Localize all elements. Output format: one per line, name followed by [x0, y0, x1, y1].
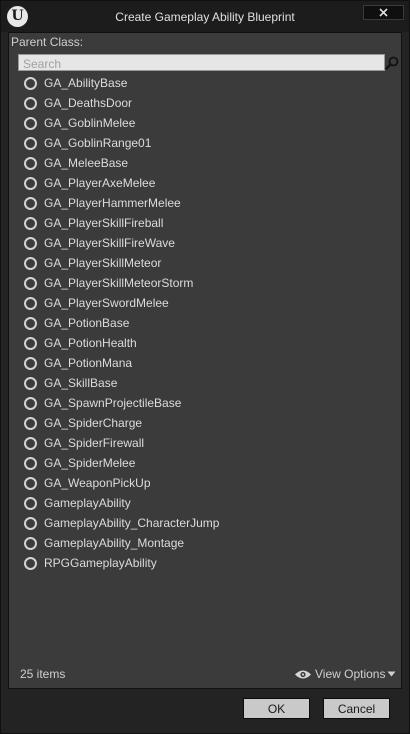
list-item[interactable]: GA_PlayerSwordMelee	[22, 293, 392, 313]
radio-unselected-icon[interactable]	[24, 356, 37, 370]
list-item-label: GA_PlayerSkillMeteor	[44, 256, 162, 270]
list-item-label: GA_PlayerSkillMeteorStorm	[44, 276, 194, 290]
radio-unselected-icon[interactable]	[24, 76, 37, 90]
list-item[interactable]: GA_PotionBase	[22, 313, 392, 333]
list-item[interactable]: GA_PotionMana	[22, 353, 392, 373]
list-item-label: GA_PlayerAxeMelee	[44, 176, 156, 190]
radio-unselected-icon[interactable]	[24, 516, 37, 530]
radio-unselected-icon[interactable]	[24, 196, 37, 210]
list-item-label: GA_SkillBase	[44, 376, 118, 390]
list-item[interactable]: GA_DeathsDoor	[22, 93, 392, 113]
class-list: GA_AbilityBase GA_DeathsDoor GA_GoblinMele…	[22, 73, 392, 573]
list-item-label: GA_SpiderMelee	[44, 456, 136, 470]
radio-unselected-icon[interactable]	[24, 216, 37, 230]
list-item[interactable]: GA_PlayerSkillMeteorStorm	[22, 273, 392, 293]
list-item-label: GA_SpawnProjectileBase	[44, 396, 182, 410]
close-icon	[379, 8, 388, 17]
list-item[interactable]: RPGGameplayAbility	[22, 553, 392, 573]
list-item-label: GA_AbilityBase	[44, 76, 128, 90]
list-item[interactable]: GA_AbilityBase	[22, 73, 392, 93]
list-item[interactable]: GA_PlayerHammerMelee	[22, 193, 392, 213]
radio-unselected-icon[interactable]	[24, 96, 37, 110]
list-item[interactable]: GA_PlayerSkillMeteor	[22, 253, 392, 273]
radio-unselected-icon[interactable]	[24, 456, 37, 470]
list-item-label: GameplayAbility_Montage	[44, 536, 185, 550]
search-input[interactable]	[19, 56, 384, 72]
item-count: 25 items	[20, 667, 66, 681]
radio-unselected-icon[interactable]	[24, 116, 37, 130]
list-item-label: GA_PlayerSkillFireWave	[44, 236, 175, 250]
list-item-label: GameplayAbility	[44, 496, 131, 510]
radio-unselected-icon[interactable]	[24, 156, 37, 170]
list-item[interactable]: GA_PlayerAxeMelee	[22, 173, 392, 193]
radio-unselected-icon[interactable]	[24, 276, 37, 290]
window-title: Create Gameplay Ability Blueprint	[115, 10, 295, 24]
radio-unselected-icon[interactable]	[24, 256, 37, 270]
list-item[interactable]: GA_GoblinMelee	[22, 113, 392, 133]
list-item[interactable]: GA_SkillBase	[22, 373, 392, 393]
close-button[interactable]	[363, 5, 404, 20]
parent-class-label: Parent Class:	[11, 35, 84, 49]
radio-unselected-icon[interactable]	[24, 136, 37, 150]
search-box	[18, 54, 385, 72]
caret-down-icon	[387, 671, 396, 677]
list-item-label: GA_WeaponPickUp	[44, 476, 151, 490]
list-item[interactable]: GA_SpiderCharge	[22, 413, 392, 433]
list-item-label: GA_DeathsDoor	[44, 96, 133, 110]
dialog-window: U Create Gameplay Ability Blueprint Pare…	[0, 0, 410, 734]
eye-icon	[295, 670, 311, 678]
search-icon[interactable]	[384, 54, 400, 71]
list-item-label: GA_PlayerSwordMelee	[44, 296, 169, 310]
list-item[interactable]: GA_PotionHealth	[22, 333, 392, 353]
list-item[interactable]: GameplayAbility_Montage	[22, 533, 392, 553]
radio-unselected-icon[interactable]	[24, 296, 37, 310]
radio-unselected-icon[interactable]	[24, 236, 37, 250]
list-item[interactable]: GameplayAbility_CharacterJump	[22, 513, 392, 533]
list-item[interactable]: GameplayAbility	[22, 493, 392, 513]
list-item-label: GA_PotionHealth	[44, 336, 137, 350]
list-item[interactable]: GA_WeaponPickUp	[22, 473, 392, 493]
list-item-label: GA_GoblinRange01	[44, 136, 152, 150]
cancel-button[interactable]: Cancel	[323, 698, 390, 719]
list-item-label: GA_PlayerSkillFireball	[44, 216, 164, 230]
list-item-label: GA_GoblinMelee	[44, 116, 136, 130]
view-options-label: View Options	[315, 667, 386, 681]
list-item[interactable]: GA_MeleeBase	[22, 153, 392, 173]
list-item-label: GA_SpiderFirewall	[44, 436, 145, 450]
radio-unselected-icon[interactable]	[24, 436, 37, 450]
list-item-label: GA_PotionMana	[44, 356, 133, 370]
radio-unselected-icon[interactable]	[24, 336, 37, 350]
list-item[interactable]: GA_PlayerSkillFireball	[22, 213, 392, 233]
title-bar[interactable]: U Create Gameplay Ability Blueprint	[1, 1, 409, 32]
parent-class-panel: Parent Class: GA_AbilityBase GA_DeathsDoo…	[8, 32, 402, 689]
radio-unselected-icon[interactable]	[24, 536, 37, 550]
radio-unselected-icon[interactable]	[24, 176, 37, 190]
list-item[interactable]: GA_SpiderFirewall	[22, 433, 392, 453]
list-item[interactable]: GA_SpawnProjectileBase	[22, 393, 392, 413]
view-options-button[interactable]: View Options	[294, 666, 396, 682]
radio-unselected-icon[interactable]	[24, 476, 37, 490]
radio-unselected-icon[interactable]	[24, 556, 37, 570]
list-item-label: GA_PlayerHammerMelee	[44, 196, 181, 210]
list-item[interactable]: GA_PlayerSkillFireWave	[22, 233, 392, 253]
radio-unselected-icon[interactable]	[24, 496, 37, 510]
radio-unselected-icon[interactable]	[24, 396, 37, 410]
radio-unselected-icon[interactable]	[24, 416, 37, 430]
ok-button[interactable]: OK	[243, 698, 310, 719]
list-item-label: GA_MeleeBase	[44, 156, 129, 170]
list-item[interactable]: GA_SpiderMelee	[22, 453, 392, 473]
list-item-label: GameplayAbility_CharacterJump	[44, 516, 220, 530]
radio-unselected-icon[interactable]	[24, 376, 37, 390]
list-item-label: GA_PotionBase	[44, 316, 130, 330]
list-item[interactable]: GA_GoblinRange01	[22, 133, 392, 153]
list-item-label: GA_SpiderCharge	[44, 416, 143, 430]
radio-unselected-icon[interactable]	[24, 316, 37, 330]
list-item-label: RPGGameplayAbility	[44, 556, 157, 570]
